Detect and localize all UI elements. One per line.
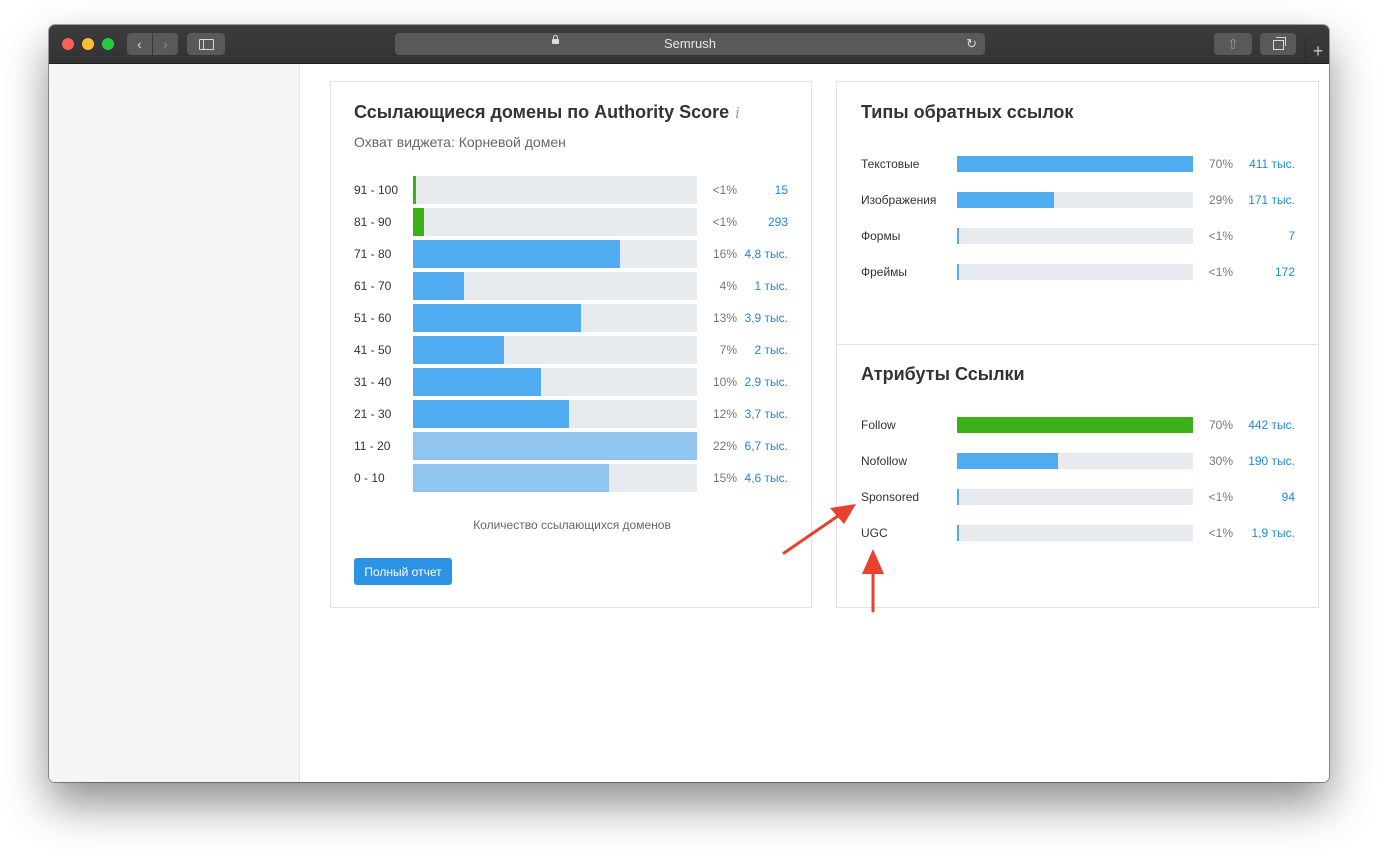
annotation-arrow-line [782, 514, 840, 555]
annotation-arrowhead [830, 504, 856, 524]
annotation-arrows [782, 504, 884, 613]
annotation-arrowhead [862, 549, 884, 574]
